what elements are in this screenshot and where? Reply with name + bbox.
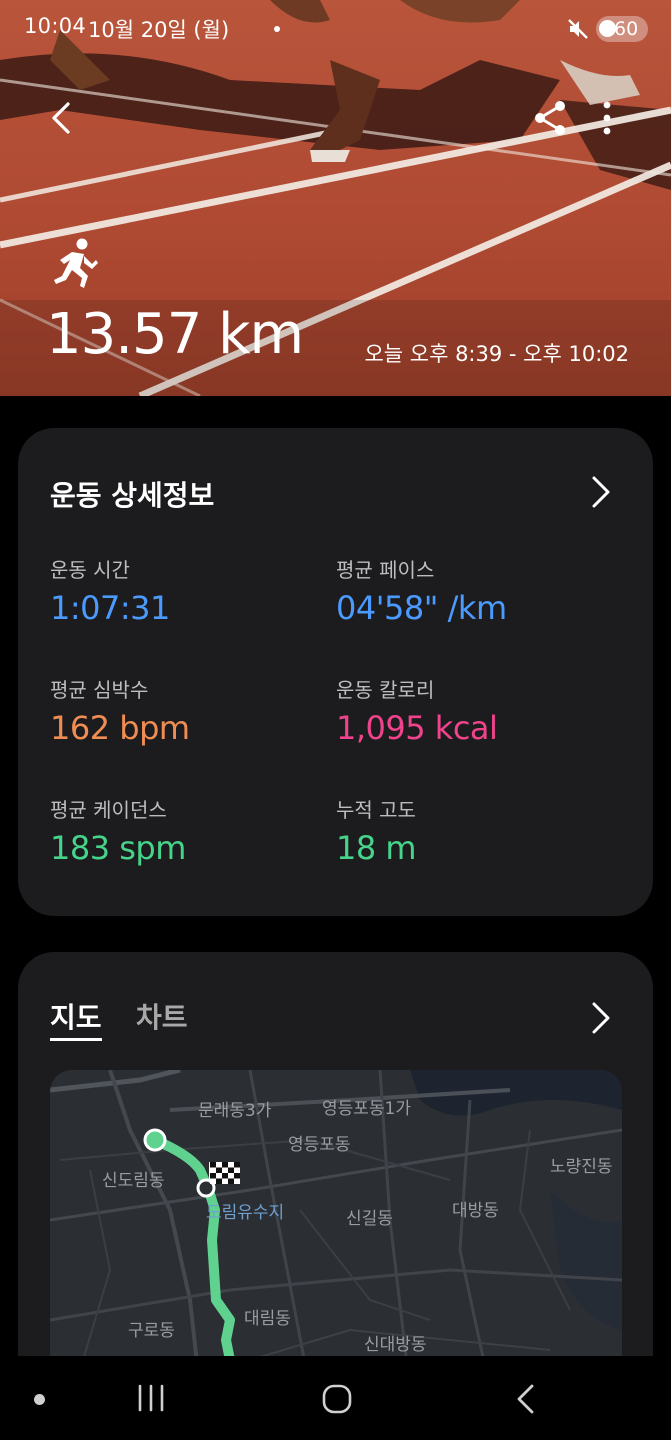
map-label: 도림유수지 <box>206 1203 285 1223</box>
metric-workout-time: 운동 시간 1:07:31 <box>50 554 330 627</box>
metric-average-cadence: 평균 케이던스 183 spm <box>50 794 330 867</box>
status-bar: 10:04 10월 20일 (월) 60 <box>0 0 671 56</box>
running-icon <box>54 238 98 288</box>
map-label: 신대방동 <box>364 1335 427 1355</box>
metric-calories: 운동 칼로리 1,095 kcal <box>336 674 616 747</box>
map-label: 노량진동 <box>550 1157 613 1177</box>
metric-average-heart-rate: 평균 심박수 162 bpm <box>50 674 330 747</box>
map-label: 구로동 <box>128 1321 175 1341</box>
metric-label: 평균 심박수 <box>50 678 149 702</box>
workout-details-card[interactable]: 운동 상세정보 운동 시간 1:07:31 평균 페이스 04'58" /km … <box>18 428 653 916</box>
notification-dot-icon <box>274 26 280 32</box>
share-icon[interactable] <box>532 98 570 138</box>
status-date: 10월 20일 (월) <box>88 18 230 42</box>
metric-average-pace: 평균 페이스 04'58" /km <box>336 554 616 627</box>
metric-label: 평균 페이스 <box>336 558 435 582</box>
map-label: 신길동 <box>346 1209 393 1229</box>
map-label: 영등포동1가 <box>322 1099 412 1119</box>
metric-value: 04'58" /km <box>336 589 507 627</box>
metric-value: 162 bpm <box>50 709 190 747</box>
map-label: 신도림동 <box>102 1171 165 1191</box>
map-label: 문래동3가 <box>198 1101 272 1121</box>
metric-value: 183 spm <box>50 829 186 867</box>
metric-label: 누적 고도 <box>336 798 416 822</box>
chevron-right-icon[interactable] <box>588 472 614 512</box>
metric-value: 18 m <box>336 829 417 867</box>
nav-hide-dot-icon[interactable] <box>34 1394 45 1405</box>
map-chart-card: 지도 차트 문래동3가 영등포동1가 영등포동 신도림동 노량진동 도림유수지 … <box>18 952 653 1412</box>
battery-level: 60 <box>614 18 639 40</box>
checkered-flag-icon <box>210 1162 240 1184</box>
metric-value: 1:07:31 <box>50 589 170 627</box>
metric-label: 운동 시간 <box>50 558 130 582</box>
tab-map[interactable]: 지도 <box>50 996 102 1036</box>
details-title: 운동 상세정보 <box>50 479 215 512</box>
back-arrow-icon[interactable] <box>44 98 80 138</box>
nav-back-icon[interactable] <box>512 1382 540 1416</box>
hero-banner: 10:04 10월 20일 (월) 60 13.57 km 오늘 오후 8:39… <box>0 0 671 396</box>
workout-time-range: 오늘 오후 8:39 - 오후 10:02 <box>364 342 629 366</box>
map-label: 영등포동 <box>288 1135 351 1155</box>
total-distance: 13.57 km <box>46 302 304 367</box>
battery-indicator: 60 <box>596 16 648 42</box>
system-navigation-bar <box>0 1356 671 1440</box>
metric-value: 1,095 kcal <box>336 709 498 747</box>
mute-icon <box>568 19 588 39</box>
tab-chart[interactable]: 차트 <box>136 996 188 1036</box>
metric-label: 운동 칼로리 <box>336 678 435 702</box>
metric-elevation-gain: 누적 고도 18 m <box>336 794 616 867</box>
chevron-right-icon[interactable] <box>588 998 614 1038</box>
route-map[interactable]: 문래동3가 영등포동1가 영등포동 신도림동 노량진동 도림유수지 신길동 대방… <box>50 1070 622 1390</box>
metric-label: 평균 케이던스 <box>50 798 167 822</box>
more-vertical-icon[interactable] <box>590 98 624 138</box>
map-label: 대림동 <box>244 1309 291 1329</box>
map-label: 대방동 <box>452 1201 499 1221</box>
home-icon[interactable] <box>320 1382 354 1416</box>
recent-apps-icon[interactable] <box>134 1382 168 1414</box>
status-time: 10:04 <box>24 14 87 38</box>
active-tab-indicator <box>50 1038 102 1041</box>
